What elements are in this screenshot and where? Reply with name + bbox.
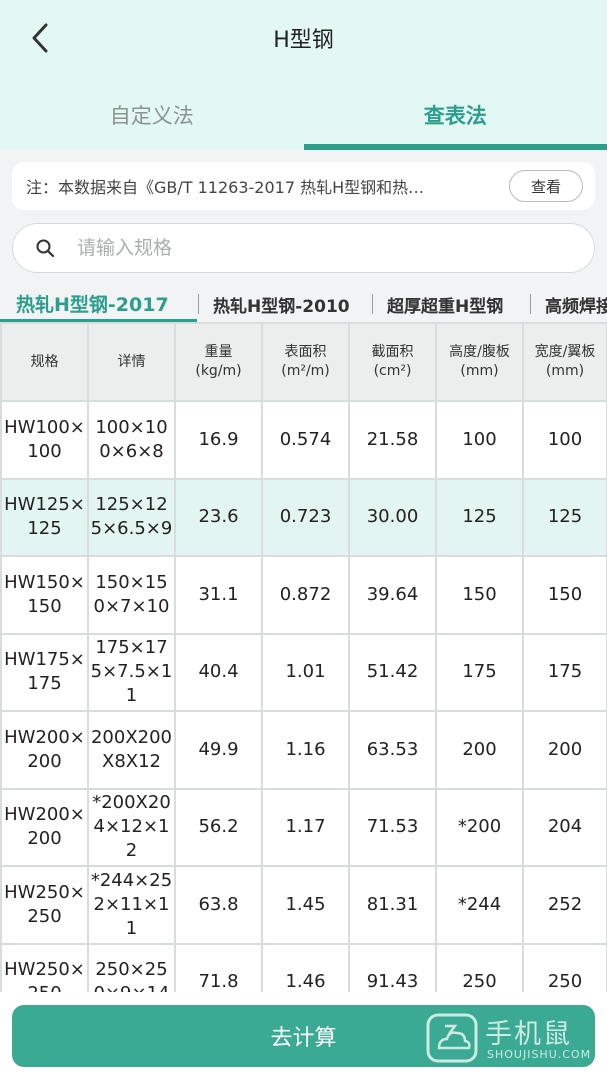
cell-surface-area: 0.574 xyxy=(261,400,350,480)
cell-height: *244 xyxy=(435,865,524,945)
cell-height: 100 xyxy=(435,400,524,480)
note-text: 注：本数据来自《GB/T 11263-2017 热轧H型钢和热… xyxy=(26,178,425,197)
header-detail: 详情 xyxy=(87,322,176,402)
category-tab-hot-rolled-2017[interactable]: 热轧H型钢-2017 xyxy=(16,290,169,317)
cell-spec: HW200×200 xyxy=(0,710,89,790)
cell-section-area: 63.53 xyxy=(348,710,437,790)
search-icon xyxy=(36,239,55,258)
table-row[interactable]: HW250×250 250×250×9×14 71.8 1.46 91.43 2… xyxy=(0,942,607,992)
page-title: H型钢 xyxy=(273,28,334,53)
cell-detail: 175×175×7.5×11 xyxy=(87,632,176,712)
watermark-logo-icon xyxy=(426,1013,478,1063)
cell-section-area: 81.31 xyxy=(348,865,437,945)
cell-height: 125 xyxy=(435,477,524,557)
cell-width: 125 xyxy=(522,477,607,557)
spec-table: 规格 详情 重量 (kg/m) 表面积 (m²/m) 截面积 (cm²) 高度/腹板(… xyxy=(0,322,607,992)
search-bar xyxy=(12,223,595,273)
cell-spec: HW250×250 xyxy=(0,865,89,945)
cell-weight: 23.6 xyxy=(174,477,263,557)
view-button[interactable]: 查看 xyxy=(509,170,583,202)
category-divider xyxy=(530,294,531,314)
watermark: 手机鼠 SHOUJISHU.COM xyxy=(425,1010,595,1066)
cell-weight: 49.9 xyxy=(174,710,263,790)
top-area: H型钢 自定义法 查表法 xyxy=(0,0,607,150)
cell-width: 150 xyxy=(522,555,607,635)
cell-weight: 31.1 xyxy=(174,555,263,635)
table-row[interactable]: HW200×200 *200X204×12×12 56.2 1.17 71.53… xyxy=(0,787,607,867)
cell-spec: HW250×250 xyxy=(0,942,89,992)
cell-spec: HW150×150 xyxy=(0,555,89,635)
cell-weight: 40.4 xyxy=(174,632,263,712)
nav-bar: H型钢 xyxy=(0,0,607,78)
cell-spec: HW125×125 xyxy=(0,477,89,557)
category-tab-hf-welded[interactable]: 高频焊接 xyxy=(545,292,607,317)
cell-detail: *200X204×12×12 xyxy=(87,787,176,867)
cell-height: 175 xyxy=(435,632,524,712)
cell-section-area: 30.00 xyxy=(348,477,437,557)
header-section-area: 截面积 (cm²) xyxy=(348,322,437,402)
cell-height: *200 xyxy=(435,787,524,867)
category-tab-extra-thick[interactable]: 超厚超重H型钢 xyxy=(387,292,503,317)
mode-tabs: 自定义法 查表法 xyxy=(0,78,607,150)
cell-section-area: 21.58 xyxy=(348,400,437,480)
tab-table-lookup[interactable]: 查表法 xyxy=(303,78,607,150)
cell-width: 250 xyxy=(522,942,607,992)
watermark-text: 手机鼠 xyxy=(485,1019,572,1050)
cell-surface-area: 1.45 xyxy=(261,865,350,945)
header-spec: 规格 xyxy=(0,322,89,402)
cell-height: 200 xyxy=(435,710,524,790)
cell-height: 250 xyxy=(435,942,524,992)
cell-weight: 71.8 xyxy=(174,942,263,992)
watermark-url: SHOUJISHU.COM xyxy=(487,1048,592,1061)
cell-section-area: 71.53 xyxy=(348,787,437,867)
cell-detail: 125×125×6.5×9 xyxy=(87,477,176,557)
cell-section-area: 51.42 xyxy=(348,632,437,712)
cell-detail: 200X200X8X12 xyxy=(87,710,176,790)
cell-spec: HW175×175 xyxy=(0,632,89,712)
cell-spec: HW100×100 xyxy=(0,400,89,480)
spec-table-container[interactable]: 规格 详情 重量 (kg/m) 表面积 (m²/m) 截面积 (cm²) 高度/腹板(… xyxy=(0,322,607,992)
cell-weight: 56.2 xyxy=(174,787,263,867)
cell-weight: 16.9 xyxy=(174,400,263,480)
category-divider xyxy=(198,294,199,314)
table-row[interactable]: HW125×125 125×125×6.5×9 23.6 0.723 30.00… xyxy=(0,477,607,557)
cell-detail: 250×250×9×14 xyxy=(87,942,176,992)
header-weight: 重量 (kg/m) xyxy=(174,322,263,402)
cell-surface-area: 1.16 xyxy=(261,710,350,790)
cell-width: 175 xyxy=(522,632,607,712)
cell-section-area: 39.64 xyxy=(348,555,437,635)
tab-custom-method[interactable]: 自定义法 xyxy=(0,78,304,150)
category-divider xyxy=(372,294,373,314)
table-header-row: 规格 详情 重量 (kg/m) 表面积 (m²/m) 截面积 (cm²) 高度/腹板(… xyxy=(0,322,607,402)
cell-spec: HW200×200 xyxy=(0,787,89,867)
header-surface-area: 表面积 (m²/m) xyxy=(261,322,350,402)
cell-width: 252 xyxy=(522,865,607,945)
cell-surface-area: 1.46 xyxy=(261,942,350,992)
cell-weight: 63.8 xyxy=(174,865,263,945)
cell-width: 204 xyxy=(522,787,607,867)
cell-section-area: 91.43 xyxy=(348,942,437,992)
table-row[interactable]: HW200×200 200X200X8X12 49.9 1.16 63.53 2… xyxy=(0,710,607,790)
cell-surface-area: 0.872 xyxy=(261,555,350,635)
cell-surface-area: 1.01 xyxy=(261,632,350,712)
cell-height: 150 xyxy=(435,555,524,635)
search-input[interactable] xyxy=(77,237,537,259)
header-height-web: 高度/腹板 (mm) xyxy=(435,322,524,402)
cell-surface-area: 1.17 xyxy=(261,787,350,867)
cell-width: 100 xyxy=(522,400,607,480)
cell-width: 200 xyxy=(522,710,607,790)
cell-detail: 100×100×6×8 xyxy=(87,400,176,480)
table-row[interactable]: HW250×250 *244×252×11×11 63.8 1.45 81.31… xyxy=(0,865,607,945)
category-tab-hot-rolled-2010[interactable]: 热轧H型钢-2010 xyxy=(213,292,350,317)
cell-surface-area: 0.723 xyxy=(261,477,350,557)
category-tabs: 热轧H型钢-2017 热轧H型钢-2010 超厚超重H型钢 高频焊接 xyxy=(0,284,607,324)
cell-detail: 150×150×7×10 xyxy=(87,555,176,635)
cell-detail: *244×252×11×11 xyxy=(87,865,176,945)
header-width-flange: 宽度/翼板 (mm) xyxy=(522,322,607,402)
table-row[interactable]: HW175×175 175×175×7.5×11 40.4 1.01 51.42… xyxy=(0,632,607,712)
data-source-note: 注：本数据来自《GB/T 11263-2017 热轧H型钢和热… 查看 xyxy=(12,162,595,210)
table-row[interactable]: HW150×150 150×150×7×10 31.1 0.872 39.64 … xyxy=(0,555,607,635)
table-row[interactable]: HW100×100 100×100×6×8 16.9 0.574 21.58 1… xyxy=(0,400,607,480)
